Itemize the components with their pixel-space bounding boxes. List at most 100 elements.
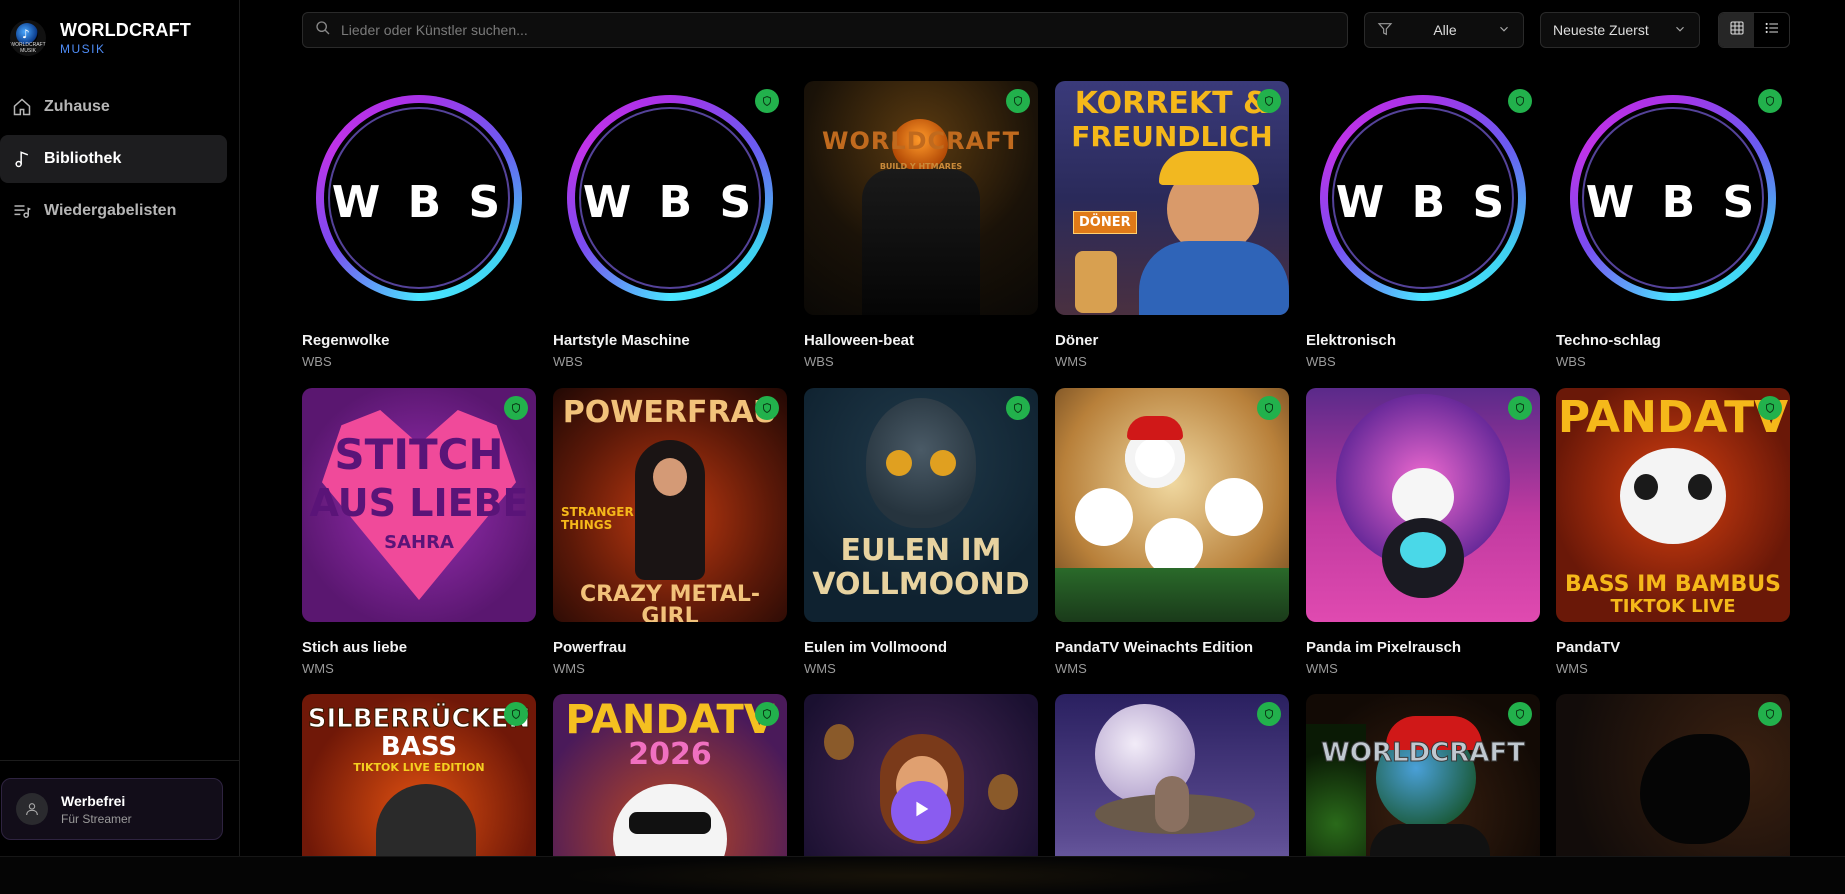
cover-subtext: SAHRA (384, 532, 454, 553)
user-icon (16, 793, 48, 825)
track-artist[interactable]: WMS (553, 661, 787, 676)
track-title[interactable]: Halloween-beat (804, 332, 1038, 349)
track-cover[interactable]: W B S (1556, 81, 1790, 315)
brand[interactable]: ♪ WORLDCRAFT MUSIK WORLDCRAFT MUSIK (10, 20, 191, 56)
doener-sign: DÖNER (1073, 211, 1137, 234)
track-title[interactable]: Eulen im Vollmoond (804, 639, 1038, 656)
track-artist[interactable]: WBS (1556, 354, 1790, 369)
sort-value: Neueste Zuerst (1553, 22, 1649, 38)
track-title[interactable]: Döner (1055, 332, 1289, 349)
track-artist[interactable]: WBS (1306, 354, 1540, 369)
track-card[interactable]: STITCH AUS LIEBE SAHRA Stich aus liebe W… (302, 388, 536, 676)
nav-item-playlists[interactable]: Wiedergabelisten (0, 187, 227, 235)
track-title[interactable]: Hartstyle Maschine (553, 332, 787, 349)
cap (1159, 151, 1259, 185)
filter-icon (1377, 21, 1393, 40)
cover-text: W B S (1335, 177, 1511, 228)
track-cover[interactable] (1306, 388, 1540, 622)
filter-value: Alle (1433, 22, 1457, 38)
filter-dropdown[interactable]: Alle (1364, 12, 1524, 48)
track-title[interactable]: PandaTV (1556, 639, 1790, 656)
track-artist[interactable]: WBS (302, 354, 536, 369)
track-card[interactable]: PandaTV Weinachts Edition WMS (1055, 388, 1289, 676)
list-icon (1764, 20, 1780, 41)
brand-logo: ♪ WORLDCRAFT MUSIK (10, 20, 46, 56)
track-artist[interactable]: WBS (553, 354, 787, 369)
track-title[interactable]: Powerfrau (553, 639, 787, 656)
track-cover[interactable]: EULEN IM VOLLMOOND (804, 388, 1038, 622)
grid-icon (1729, 20, 1745, 41)
track-cover[interactable]: W B S (302, 81, 536, 315)
badge-icon (1006, 89, 1030, 113)
owl-small (824, 724, 854, 760)
badge-icon (504, 396, 528, 420)
singer-face (653, 458, 687, 496)
plan-card[interactable]: Werbefrei Für Streamer (1, 778, 223, 840)
doener-wrap (1075, 251, 1117, 313)
track-card[interactable]: W B S Techno-schlag WBS (1556, 81, 1790, 369)
cover-text: STITCH (334, 430, 504, 479)
track-card[interactable]: POWERFRAU CRAZY METAL-GIRL STRANGER THIN… (553, 388, 787, 676)
track-artist[interactable]: WMS (302, 661, 536, 676)
track-cover[interactable]: POWERFRAU CRAZY METAL-GIRL STRANGER THIN… (553, 388, 787, 622)
player-bar (0, 856, 1845, 894)
suit-body (862, 169, 980, 315)
track-cover[interactable]: WORLDCRAFT BUILD Y HTMARES (804, 81, 1038, 315)
owl-small (988, 774, 1018, 810)
track-cover[interactable]: KORREKT & FREUNDLICH DÖNER (1055, 81, 1289, 315)
track-cover[interactable]: PANDATV BASS IM BAMBUS TIKTOK LIVE (1556, 388, 1790, 622)
nav-item-library[interactable]: Bibliothek (0, 135, 227, 183)
track-artist[interactable]: WMS (1556, 661, 1790, 676)
track-artist[interactable]: WMS (1055, 354, 1289, 369)
sort-dropdown[interactable]: Neueste Zuerst (1540, 12, 1700, 48)
track-cover[interactable] (1055, 388, 1289, 622)
plan-title: Werbefrei (61, 792, 126, 809)
nav-item-home[interactable]: Zuhause (0, 83, 227, 131)
track-card[interactable]: Panda im Pixelrausch WMS (1306, 388, 1540, 676)
play-button[interactable] (891, 781, 951, 841)
track-card[interactable]: KORREKT & FREUNDLICH DÖNER Döner WMS (1055, 81, 1289, 369)
badge-icon (755, 89, 779, 113)
cover-subtext: STRANGER THINGS (561, 505, 634, 533)
track-artist[interactable]: WBS (804, 354, 1038, 369)
badge-icon (504, 702, 528, 726)
search-input[interactable] (341, 22, 1321, 38)
track-title[interactable]: Stich aus liebe (302, 639, 536, 656)
brand-title: WORLDCRAFT (60, 20, 191, 40)
gifts (1055, 568, 1289, 622)
brand-logo-caption: WORLDCRAFT MUSIK (10, 42, 46, 54)
playlist-icon (12, 201, 32, 221)
badge-icon (1758, 89, 1782, 113)
cover-text: PANDATV (1557, 392, 1789, 443)
track-title[interactable]: Techno-schlag (1556, 332, 1790, 349)
track-cover[interactable]: W B S (553, 81, 787, 315)
track-artist[interactable]: WMS (804, 661, 1038, 676)
search-bar[interactable] (302, 12, 1348, 48)
track-cover[interactable]: STITCH AUS LIEBE SAHRA (302, 388, 536, 622)
track-artist[interactable]: WMS (1306, 661, 1540, 676)
track-card[interactable]: W B S Regenwolke WBS (302, 81, 536, 369)
track-artist[interactable]: WMS (1055, 661, 1289, 676)
track-card[interactable]: WORLDCRAFT BUILD Y HTMARES Halloween-bea… (804, 81, 1038, 369)
track-card[interactable]: PANDATV BASS IM BAMBUS TIKTOK LIVE Panda… (1556, 388, 1790, 676)
grid-view-button[interactable] (1719, 13, 1754, 47)
owl-eye-left (886, 450, 912, 476)
chevron-down-icon (1673, 22, 1687, 39)
track-title[interactable]: PandaTV Weinachts Edition (1055, 639, 1289, 656)
track-cover[interactable]: W B S (1306, 81, 1540, 315)
cover-text-2: VOLLMOOND (812, 567, 1030, 602)
cover-text: KORREKT & (1074, 86, 1270, 121)
view-toggle (1718, 12, 1790, 48)
track-card[interactable]: EULEN IM VOLLMOOND Eulen im Vollmoond WM… (804, 388, 1038, 676)
track-title[interactable]: Panda im Pixelrausch (1306, 639, 1540, 656)
track-card[interactable]: W B S Elektronisch WBS (1306, 81, 1540, 369)
cover-text-2: CRAZY METAL-GIRL (579, 582, 761, 623)
sunglasses (629, 812, 711, 834)
list-view-button[interactable] (1754, 13, 1789, 47)
track-title[interactable]: Elektronisch (1306, 332, 1540, 349)
cover-text: POWERFRAU (562, 395, 778, 430)
track-card[interactable]: W B S Hartstyle Maschine WBS (553, 81, 787, 369)
panda-head (1620, 448, 1726, 544)
music-note-icon (12, 149, 32, 169)
track-title[interactable]: Regenwolke (302, 332, 536, 349)
